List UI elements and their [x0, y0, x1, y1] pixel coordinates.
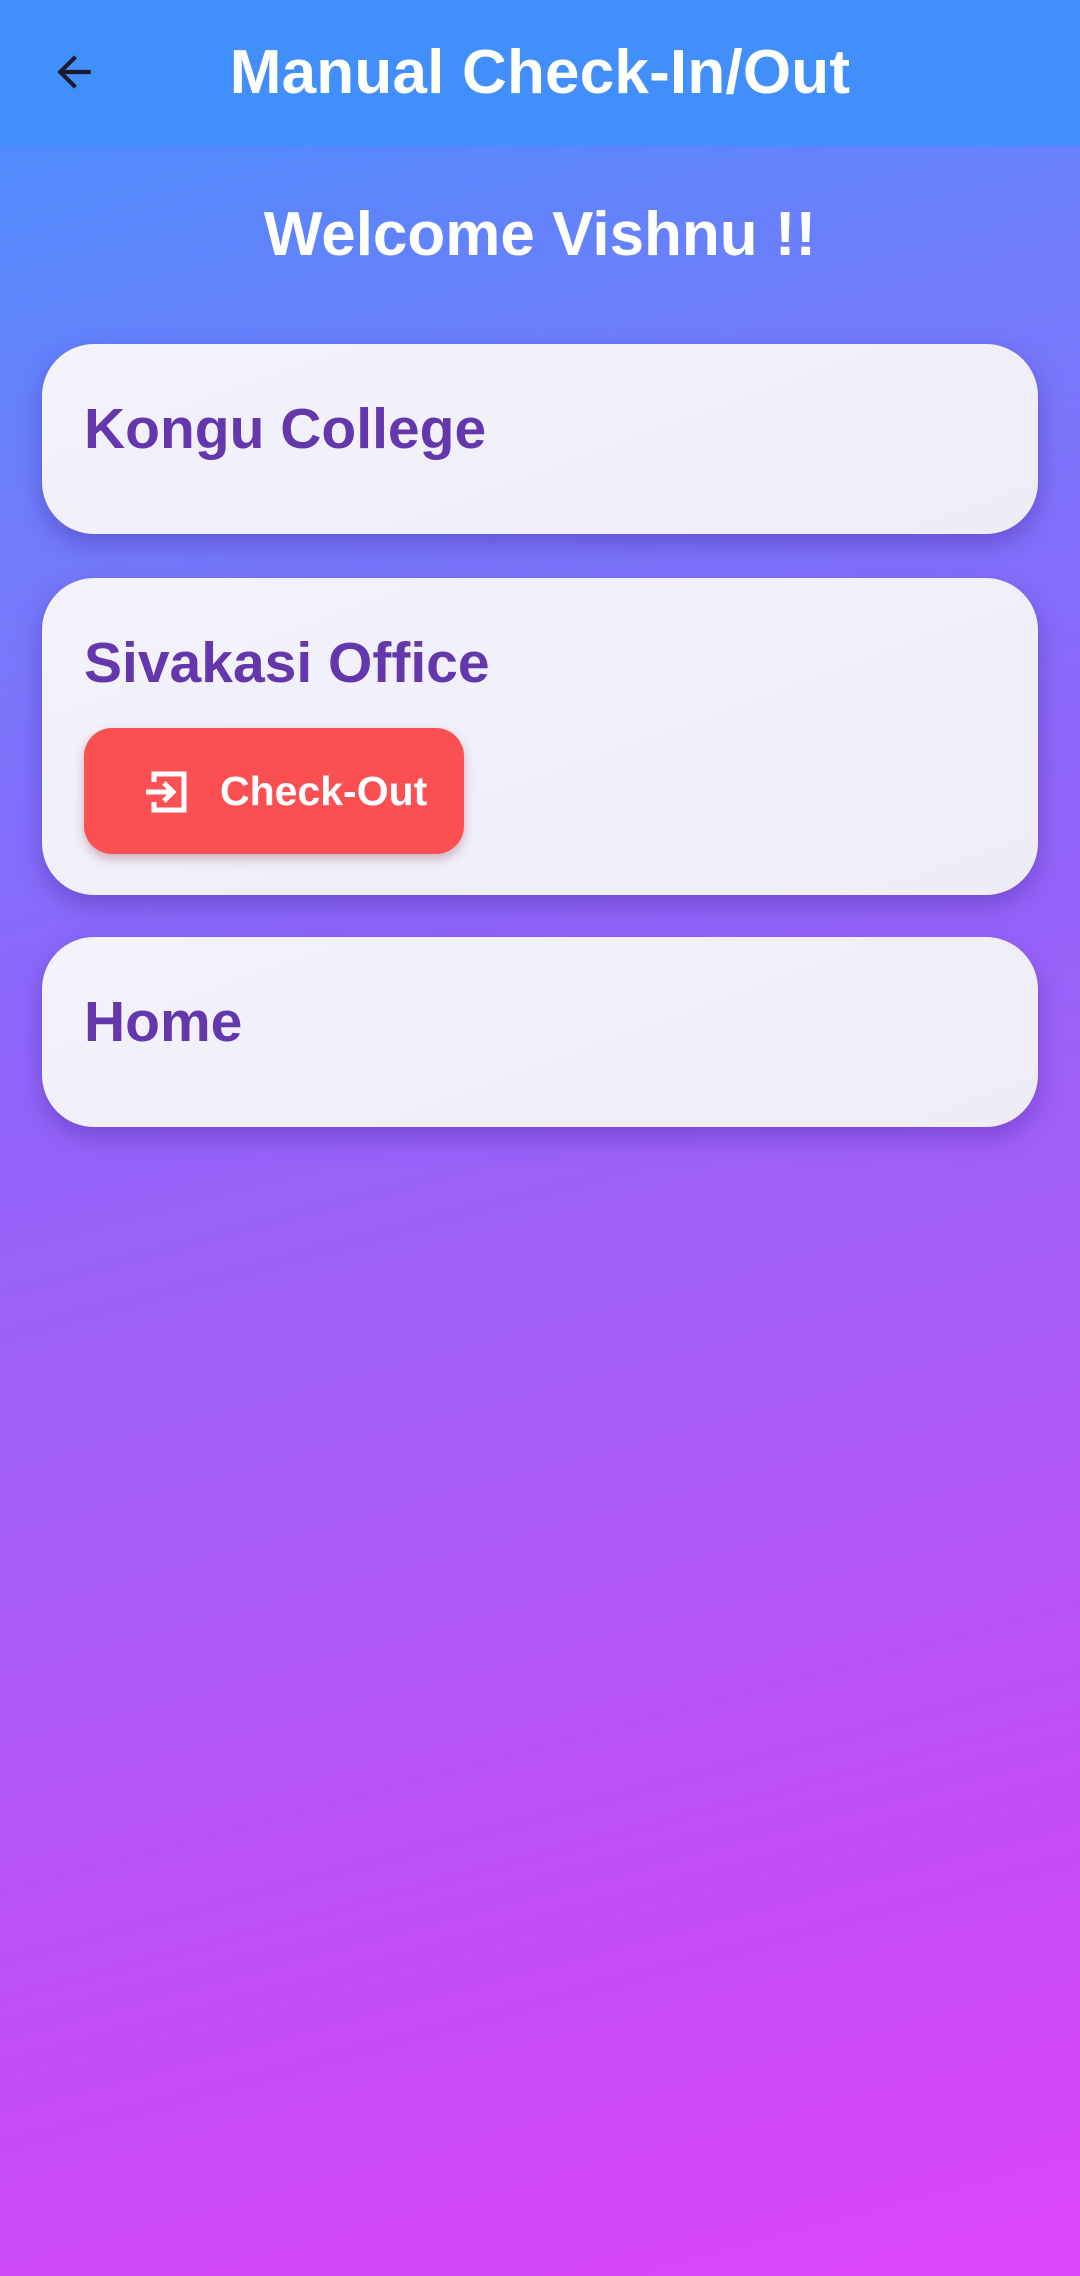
page-title: Manual Check-In/Out — [229, 38, 851, 107]
check-out-label: Check-Out — [220, 768, 428, 814]
app-bar: Manual Check-In/Out — [0, 0, 1080, 146]
location-name: Kongu College — [84, 397, 487, 461]
welcome-message: Welcome Vishnu !! — [263, 200, 817, 269]
exit-icon — [146, 771, 187, 813]
location-name: Home — [84, 990, 243, 1054]
location-name: Sivakasi Office — [84, 631, 490, 695]
location-card-kongu-college[interactable]: Kongu College — [42, 344, 1038, 534]
location-card-sivakasi-office[interactable]: Sivakasi Office Check-Out — [42, 578, 1038, 895]
location-card-home[interactable]: Home — [42, 937, 1038, 1127]
check-out-button[interactable]: Check-Out — [84, 728, 464, 854]
arrow-left-icon — [57, 55, 91, 89]
back-button[interactable] — [38, 36, 110, 108]
